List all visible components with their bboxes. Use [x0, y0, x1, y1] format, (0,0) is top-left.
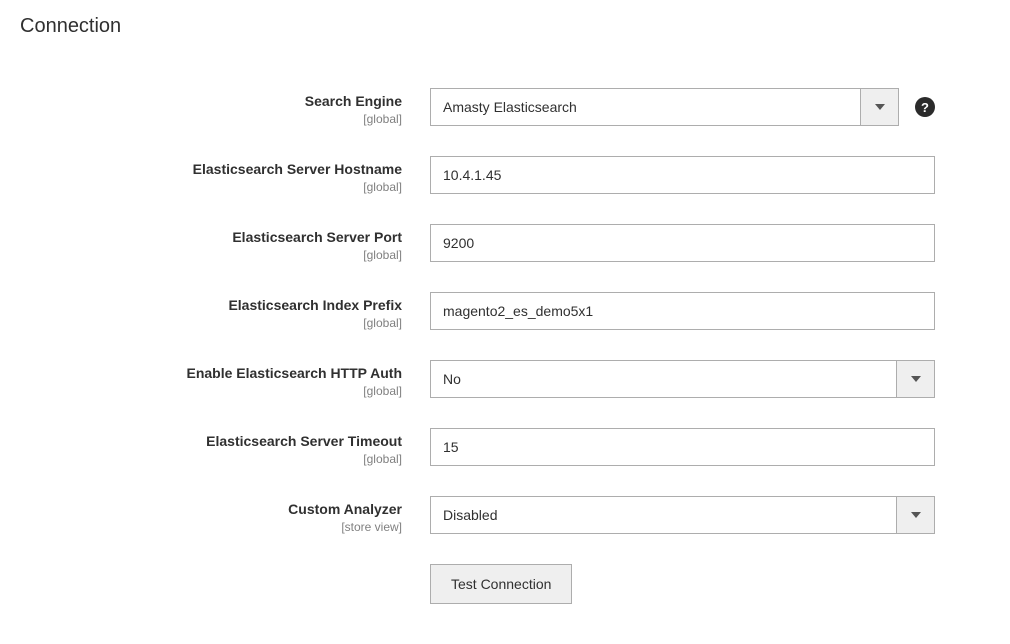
input-timeout[interactable] — [430, 428, 935, 466]
scope-port: [global] — [20, 248, 402, 262]
label-port: Elasticsearch Server Port — [232, 229, 402, 245]
scope-search-engine: [global] — [20, 112, 402, 126]
select-analyzer[interactable]: Disabled — [430, 496, 935, 534]
chevron-down-icon — [896, 497, 934, 533]
row-port: Elasticsearch Server Port [global] — [20, 224, 990, 262]
help-icon[interactable]: ? — [915, 97, 935, 117]
label-http-auth: Enable Elasticsearch HTTP Auth — [186, 365, 402, 381]
label-col: Enable Elasticsearch HTTP Auth [global] — [20, 360, 430, 398]
label-index-prefix: Elasticsearch Index Prefix — [228, 297, 402, 313]
scope-http-auth: [global] — [20, 384, 402, 398]
row-test-connection: Test Connection — [20, 564, 990, 604]
label-col: Elasticsearch Index Prefix [global] — [20, 292, 430, 330]
section-title: Connection — [20, 10, 990, 38]
scope-hostname: [global] — [20, 180, 402, 194]
row-index-prefix: Elasticsearch Index Prefix [global] — [20, 292, 990, 330]
select-search-engine[interactable]: Amasty Elasticsearch — [430, 88, 899, 126]
input-port[interactable] — [430, 224, 935, 262]
select-value-http-auth: No — [431, 371, 896, 387]
test-connection-button[interactable]: Test Connection — [430, 564, 572, 604]
label-col: Elasticsearch Server Port [global] — [20, 224, 430, 262]
input-hostname[interactable] — [430, 156, 935, 194]
scope-analyzer: [store view] — [20, 520, 402, 534]
label-col: Elasticsearch Server Hostname [global] — [20, 156, 430, 194]
row-analyzer: Custom Analyzer [store view] Disabled — [20, 496, 990, 534]
select-http-auth[interactable]: No — [430, 360, 935, 398]
row-hostname: Elasticsearch Server Hostname [global] — [20, 156, 990, 194]
label-hostname: Elasticsearch Server Hostname — [193, 161, 402, 177]
row-search-engine: Search Engine [global] Amasty Elasticsea… — [20, 88, 990, 126]
chevron-down-icon — [896, 361, 934, 397]
select-value-search-engine: Amasty Elasticsearch — [431, 99, 860, 115]
label-timeout: Elasticsearch Server Timeout — [206, 433, 402, 449]
chevron-down-icon — [860, 89, 898, 125]
scope-index-prefix: [global] — [20, 316, 402, 330]
row-timeout: Elasticsearch Server Timeout [global] — [20, 428, 990, 466]
scope-timeout: [global] — [20, 452, 402, 466]
row-http-auth: Enable Elasticsearch HTTP Auth [global] … — [20, 360, 990, 398]
label-analyzer: Custom Analyzer — [288, 501, 402, 517]
label-search-engine: Search Engine — [305, 93, 402, 109]
input-index-prefix[interactable] — [430, 292, 935, 330]
label-col: Custom Analyzer [store view] — [20, 496, 430, 534]
label-col: Search Engine [global] — [20, 88, 430, 126]
label-col: Elasticsearch Server Timeout [global] — [20, 428, 430, 466]
select-value-analyzer: Disabled — [431, 507, 896, 523]
